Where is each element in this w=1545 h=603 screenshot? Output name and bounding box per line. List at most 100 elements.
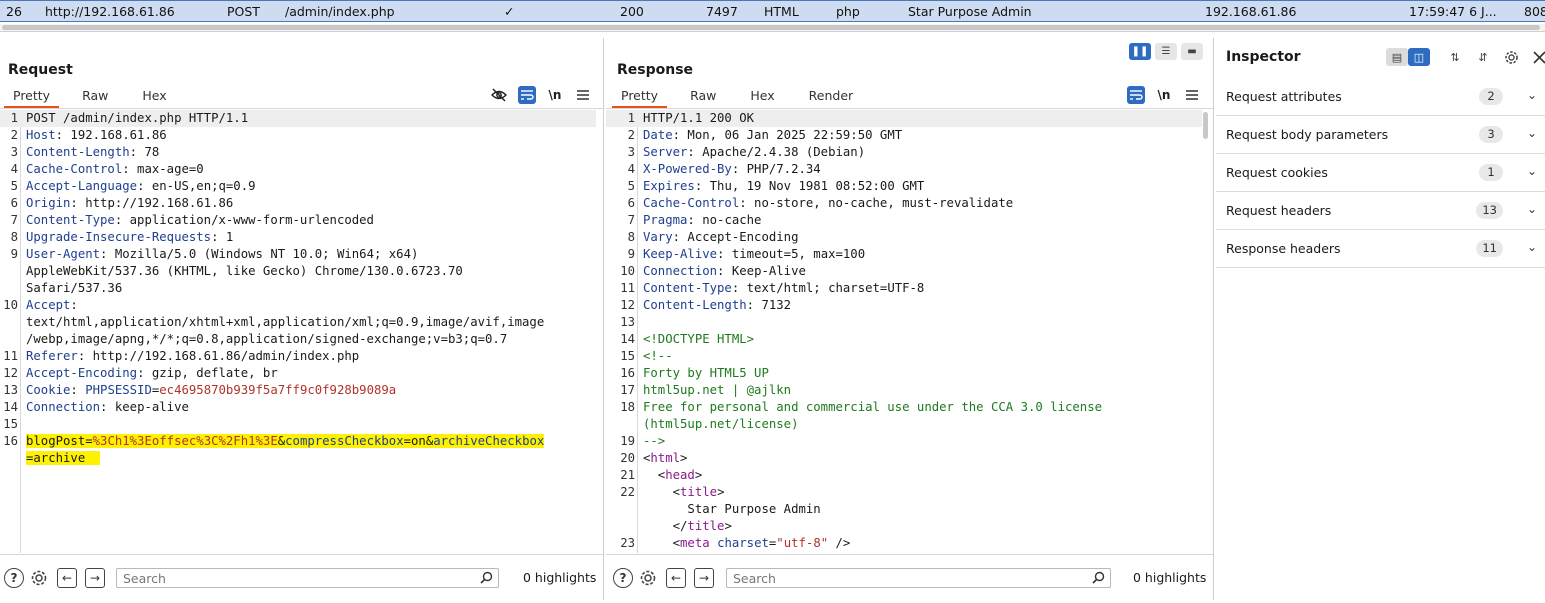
search-icon[interactable] bbox=[480, 571, 493, 587]
code-line[interactable]: 22 <title> bbox=[606, 484, 1202, 501]
response-search-input[interactable] bbox=[727, 569, 1110, 587]
help-icon[interactable]: ? bbox=[613, 568, 633, 588]
inspector-row-request-headers[interactable]: Request headers 13 ⌄ bbox=[1216, 192, 1545, 230]
scrollbar-thumb[interactable] bbox=[2, 25, 1540, 30]
code-line[interactable]: 12 Content-Length: 7132 bbox=[606, 297, 1202, 314]
code-line[interactable]: 20 <html> bbox=[606, 450, 1202, 467]
code-line[interactable]: 21 <head> bbox=[606, 467, 1202, 484]
inspector-row-request-cookies[interactable]: Request cookies 1 ⌄ bbox=[1216, 154, 1545, 192]
code-line[interactable]: 15 bbox=[0, 416, 596, 433]
code-line[interactable]: =archive bbox=[0, 450, 596, 467]
code-line[interactable]: 15 <!-- bbox=[606, 348, 1202, 365]
chevron-down-icon[interactable]: ⌄ bbox=[1527, 202, 1537, 216]
code-line[interactable]: 1 HTTP/1.1 200 OK bbox=[606, 110, 1202, 127]
code-line[interactable]: 3 Content-Length: 78 bbox=[0, 144, 596, 161]
code-line[interactable]: 8 Upgrade-Insecure-Requests: 1 bbox=[0, 229, 596, 246]
tab-render[interactable]: Render bbox=[800, 86, 863, 108]
layout-stacked-icon[interactable]: ☰ bbox=[1155, 43, 1177, 60]
request-code[interactable]: 1 POST /admin/index.php HTTP/1.1 2 Host: 19… bbox=[0, 110, 596, 553]
gear-icon[interactable] bbox=[638, 568, 658, 588]
menu-icon[interactable] bbox=[574, 86, 592, 104]
arrow-right-icon[interactable]: → bbox=[694, 568, 714, 588]
code-line[interactable]: 1 POST /admin/index.php HTTP/1.1 bbox=[0, 110, 596, 127]
code-line[interactable]: 11 Content-Type: text/html; charset=UTF-8 bbox=[606, 280, 1202, 297]
code-line[interactable]: 5 Expires: Thu, 19 Nov 1981 08:52:00 GMT bbox=[606, 178, 1202, 195]
layout-side-by-side-icon[interactable]: ❚❚ bbox=[1129, 43, 1151, 60]
code-line[interactable]: 10 Accept: bbox=[0, 297, 596, 314]
response-code[interactable]: 1 HTTP/1.1 200 OK 2 Date: Mon, 06 Jan 2025 … bbox=[606, 110, 1202, 553]
code-line[interactable]: 14 Connection: keep-alive bbox=[0, 399, 596, 416]
chevron-down-icon[interactable]: ⌄ bbox=[1527, 88, 1537, 102]
menu-icon[interactable] bbox=[1183, 86, 1201, 104]
code-line[interactable]: 4 X-Powered-By: PHP/7.2.34 bbox=[606, 161, 1202, 178]
code-line[interactable]: 8 Vary: Accept-Encoding bbox=[606, 229, 1202, 246]
code-line[interactable]: 16 Forty by HTML5 UP bbox=[606, 365, 1202, 382]
wrap-icon[interactable] bbox=[1127, 86, 1145, 104]
tab-pretty[interactable]: Pretty bbox=[612, 86, 668, 108]
scrollbar-thumb[interactable] bbox=[1203, 112, 1208, 139]
code-line[interactable]: /webp,image/apng,*/*;q=0.8,application/s… bbox=[0, 331, 596, 348]
code-line[interactable]: 2 Date: Mon, 06 Jan 2025 22:59:50 GMT bbox=[606, 127, 1202, 144]
code-line[interactable]: 18 Free for personal and commercial use u… bbox=[606, 399, 1202, 416]
code-line[interactable]: 9 User-Agent: Mozilla/5.0 (Windows NT 10.… bbox=[0, 246, 596, 263]
request-search-input[interactable] bbox=[117, 569, 498, 587]
code-line[interactable]: 2 Host: 192.168.61.86 bbox=[0, 127, 596, 144]
response-editor[interactable]: 1 HTTP/1.1 200 OK 2 Date: Mon, 06 Jan 2025 … bbox=[606, 110, 1214, 553]
expand-all-icon[interactable]: ⇅ bbox=[1444, 48, 1466, 66]
tab-raw[interactable]: Raw bbox=[73, 86, 117, 108]
request-editor[interactable]: 1 POST /admin/index.php HTTP/1.1 2 Host: 19… bbox=[0, 110, 604, 553]
newline-icon[interactable]: \n bbox=[546, 86, 564, 104]
code-line[interactable]: 9 Keep-Alive: timeout=5, max=100 bbox=[606, 246, 1202, 263]
code-line[interactable]: 19 --> bbox=[606, 433, 1202, 450]
close-icon[interactable] bbox=[1528, 48, 1545, 66]
code-line[interactable]: AppleWebKit/537.36 (KHTML, like Gecko) C… bbox=[0, 263, 596, 280]
collapse-all-icon[interactable]: ⇵ bbox=[1472, 48, 1494, 66]
request-vscroll[interactable] bbox=[595, 110, 603, 553]
code-line[interactable]: 7 Pragma: no-cache bbox=[606, 212, 1202, 229]
response-search-box[interactable] bbox=[726, 568, 1111, 588]
chevron-down-icon[interactable]: ⌄ bbox=[1527, 240, 1537, 254]
code-line[interactable]: 6 Origin: http://192.168.61.86 bbox=[0, 195, 596, 212]
chevron-down-icon[interactable]: ⌄ bbox=[1527, 164, 1537, 178]
code-line[interactable]: 6 Cache-Control: no-store, no-cache, must… bbox=[606, 195, 1202, 212]
code-line[interactable]: 11 Referer: http://192.168.61.86/admin/in… bbox=[0, 348, 596, 365]
arrow-left-icon[interactable]: ← bbox=[57, 568, 77, 588]
newline-icon[interactable]: \n bbox=[1155, 86, 1173, 104]
code-line[interactable]: 10 Connection: Keep-Alive bbox=[606, 263, 1202, 280]
tab-raw[interactable]: Raw bbox=[681, 86, 725, 108]
inspector-row-request-attributes[interactable]: Request attributes 2 ⌄ bbox=[1216, 78, 1545, 116]
search-icon[interactable] bbox=[1092, 571, 1105, 587]
layout-tabs-icon[interactable]: ▬ bbox=[1181, 43, 1203, 60]
inspector-layout-list-icon[interactable]: ▤ bbox=[1386, 48, 1408, 66]
code-line[interactable]: text/html,application/xhtml+xml,applicat… bbox=[0, 314, 596, 331]
code-line[interactable]: 7 Content-Type: application/x-www-form-ur… bbox=[0, 212, 596, 229]
code-line[interactable]: 17 html5up.net | @ajlkn bbox=[606, 382, 1202, 399]
help-icon[interactable]: ? bbox=[4, 568, 24, 588]
arrow-right-icon[interactable]: → bbox=[85, 568, 105, 588]
horizontal-scrollbar[interactable] bbox=[0, 24, 1545, 32]
tab-hex[interactable]: Hex bbox=[133, 86, 175, 108]
history-table-row-selected[interactable]: 26 http://192.168.61.86 POST /admin/inde… bbox=[0, 0, 1545, 22]
code-line[interactable]: Safari/537.36 bbox=[0, 280, 596, 297]
tab-pretty[interactable]: Pretty bbox=[4, 86, 60, 108]
code-line[interactable]: 13 Cookie: PHPSESSID=ec4695870b939f5a7ff9… bbox=[0, 382, 596, 399]
code-line[interactable]: 23 <meta charset="utf-8" /> bbox=[606, 535, 1202, 552]
code-line[interactable]: 14 <!DOCTYPE HTML> bbox=[606, 331, 1202, 348]
request-search-box[interactable] bbox=[116, 568, 499, 588]
gear-icon[interactable] bbox=[1500, 48, 1522, 66]
code-line[interactable]: 12 Accept-Encoding: gzip, deflate, br bbox=[0, 365, 596, 382]
arrow-left-icon[interactable]: ← bbox=[666, 568, 686, 588]
eye-slash-icon[interactable] bbox=[490, 86, 508, 104]
code-line[interactable]: (html5up.net/license) bbox=[606, 416, 1202, 433]
code-line[interactable]: 13 bbox=[606, 314, 1202, 331]
inspector-row-response-headers[interactable]: Response headers 11 ⌄ bbox=[1216, 230, 1545, 268]
code-line[interactable]: 16 blogPost=%3Ch1%3Eoffsec%3C%2Fh1%3E&com… bbox=[0, 433, 596, 450]
code-line[interactable]: </title> bbox=[606, 518, 1202, 535]
gear-icon[interactable] bbox=[29, 568, 49, 588]
code-line[interactable]: 3 Server: Apache/2.4.38 (Debian) bbox=[606, 144, 1202, 161]
tab-hex[interactable]: Hex bbox=[741, 86, 783, 108]
code-line[interactable]: Star Purpose Admin bbox=[606, 501, 1202, 518]
inspector-layout-panel-icon[interactable]: ◫ bbox=[1408, 48, 1430, 66]
chevron-down-icon[interactable]: ⌄ bbox=[1527, 126, 1537, 140]
inspector-row-request-body-parameters[interactable]: Request body parameters 3 ⌄ bbox=[1216, 116, 1545, 154]
